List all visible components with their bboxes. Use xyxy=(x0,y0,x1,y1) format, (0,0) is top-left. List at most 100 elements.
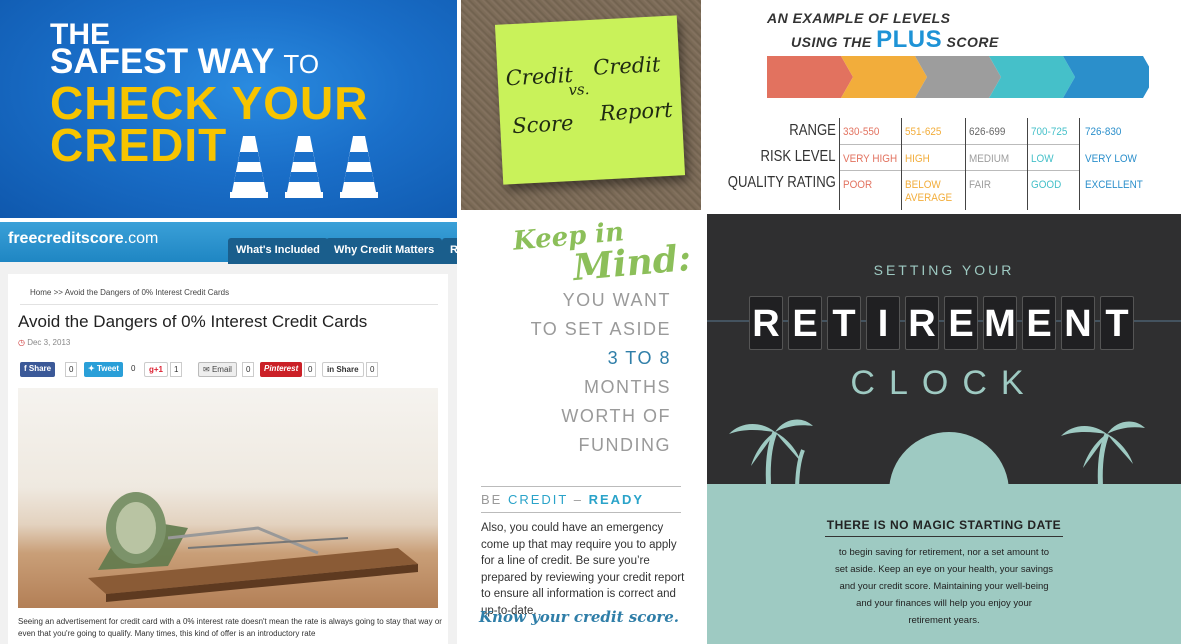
flap-letter: E xyxy=(1022,296,1056,350)
mousetrap-money-photo xyxy=(18,388,438,608)
google-plus-button[interactable]: g+1 xyxy=(144,362,169,377)
credit-ready-heading: BE CREDIT – READY xyxy=(481,492,645,507)
freecreditscore-webpage[interactable]: freecreditscore.com What's Included Why … xyxy=(0,222,457,644)
range-cell: 626-699 xyxy=(969,126,1006,138)
keep-line: FUNDING xyxy=(578,435,671,455)
note-word-vs: vs. xyxy=(567,80,590,100)
level-arrow-segment xyxy=(767,56,853,98)
keep-line-highlight: 3 TO 8 xyxy=(607,348,671,368)
traffic-cone-icon xyxy=(340,136,378,198)
quality-cell-line2: AVERAGE xyxy=(905,192,953,204)
linkedin-share-button[interactable]: in Share xyxy=(322,362,364,377)
level-arrow-segment xyxy=(841,56,927,98)
quality-cell: FAIR xyxy=(969,179,992,191)
plus-score-levels[interactable]: AN EXAMPLE OF LEVELS USING THE PLUS SCOR… xyxy=(705,0,1181,210)
note-word-report: Report xyxy=(599,97,674,126)
pinterest-button[interactable]: Pinterest xyxy=(260,362,303,377)
clock-heading: CLOCK xyxy=(850,364,1038,402)
facebook-share-button[interactable]: f Share xyxy=(20,362,56,377)
risk-cell: HIGH xyxy=(905,153,930,165)
linkedin-count: 0 xyxy=(366,362,379,377)
know-your-score-tagline: Know your credit score. xyxy=(479,608,680,626)
flap-letter: T xyxy=(1100,296,1134,350)
risk-cell: LOW xyxy=(1031,153,1054,165)
clock-icon: ◷ xyxy=(18,338,28,347)
tweet-button[interactable]: ✦ Tweet xyxy=(84,362,124,377)
twitter-bird-icon: ✦ xyxy=(88,364,97,373)
retirement-paragraph: to begin saving for retirement, nor a se… xyxy=(707,544,1181,629)
divider xyxy=(825,536,1063,537)
article-container: Home >> Avoid the Dangers of 0% Interest… xyxy=(8,274,448,644)
envelope-icon: ✉ xyxy=(203,365,212,374)
row-label-quality: QUALITY RATING xyxy=(727,174,836,191)
palm-tree-icon xyxy=(1061,421,1145,494)
palm-tree-icon xyxy=(729,419,813,492)
retirement-line: set aside. Keep an eye on your health, y… xyxy=(834,564,1054,575)
flap-letter: T xyxy=(827,296,861,350)
sticky-note-image[interactable]: Credit Credit vs. Score Report xyxy=(461,0,701,210)
keep-line: YOU WANT xyxy=(562,290,671,310)
email-count: 0 xyxy=(242,362,255,377)
flap-letter: E xyxy=(944,296,978,350)
divider xyxy=(1079,118,1080,210)
range-cell: 700-725 xyxy=(1031,126,1068,138)
keep-line: WORTH OF xyxy=(561,406,671,426)
flap-letter: N xyxy=(1061,296,1095,350)
mind-heading: Mind: xyxy=(571,236,693,290)
divider xyxy=(901,118,902,210)
retirement-clock-infographic[interactable]: SETTING YOUR R E T I R E M E N T CLOCK T… xyxy=(707,214,1181,644)
divider xyxy=(839,144,1079,145)
email-share-button[interactable]: ✉ Email xyxy=(198,362,237,377)
keep-line: MONTHS xyxy=(584,377,671,397)
nav-why-credit-matters[interactable]: Why Credit Matters xyxy=(326,238,443,264)
flap-letter: M xyxy=(983,296,1017,350)
quality-cell: POOR xyxy=(843,179,873,191)
site-logo[interactable]: freecreditscore.com xyxy=(8,230,158,248)
row-label-range: RANGE xyxy=(789,122,836,139)
article-body: Seeing an advertisement for credit card … xyxy=(18,617,442,638)
breadcrumb[interactable]: Home >> Avoid the Dangers of 0% Interest… xyxy=(30,288,229,297)
range-cell: 330-550 xyxy=(843,126,880,138)
flap-letter: R xyxy=(905,296,939,350)
divider xyxy=(481,512,681,513)
article-date: ◷ Dec 3, 2013 xyxy=(18,338,71,347)
note-word-score: Score xyxy=(511,110,575,139)
divider xyxy=(965,118,966,210)
quality-cell: GOOD xyxy=(1031,179,1062,191)
range-cell: 726-830 xyxy=(1085,126,1122,138)
quality-cell: BELOW xyxy=(905,179,941,191)
score-levels-arrow xyxy=(767,56,1149,98)
tweet-count: 0 xyxy=(131,364,136,373)
divider xyxy=(20,304,438,305)
retirement-line: and your credit score. Maintaining your … xyxy=(839,581,1049,592)
keep-paragraph: Also, you could have an emergency come u… xyxy=(481,522,685,617)
risk-cell: VERY HIGH xyxy=(843,153,898,165)
quality-cell: EXCELLENT xyxy=(1085,179,1143,191)
mousetrap-illustration xyxy=(88,492,418,602)
article-title: Avoid the Dangers of 0% Interest Credit … xyxy=(18,312,368,331)
google-plus-count: 1 xyxy=(170,362,183,377)
divider xyxy=(1027,118,1028,210)
levels-subheading: USING THE PLUS SCORE xyxy=(791,26,999,53)
row-label-risk: RISK LEVEL xyxy=(760,148,836,165)
setting-your-heading: SETTING YOUR xyxy=(873,262,1015,278)
nav-whats-included[interactable]: What's Included xyxy=(228,238,328,264)
traffic-cone-icon xyxy=(230,136,268,198)
nav-more[interactable]: R xyxy=(442,238,457,264)
note-word-credit: Credit xyxy=(592,52,661,80)
safest-way-banner[interactable]: THE SAFEST WAY TO CHECK YOUR CREDIT xyxy=(0,0,457,218)
retirement-line: to begin saving for retirement, nor a se… xyxy=(838,547,1050,558)
level-arrow-segment xyxy=(989,56,1075,98)
flap-letter: I xyxy=(866,296,900,350)
range-cell: 551-625 xyxy=(905,126,942,138)
divider xyxy=(839,118,840,210)
banner-line-credit: CREDIT xyxy=(50,119,228,171)
keep-line: TO SET ASIDE xyxy=(530,319,671,339)
facebook-share-count: 0 xyxy=(65,362,78,377)
sticky-note: Credit Credit vs. Score Report xyxy=(494,15,686,185)
risk-cell: MEDIUM xyxy=(969,153,1010,165)
flap-letter: E xyxy=(788,296,822,350)
magic-date-heading: THERE IS NO MAGIC STARTING DATE xyxy=(826,518,1062,532)
pinterest-count: 0 xyxy=(304,362,317,377)
keep-in-mind-infographic[interactable]: Keep in Mind: YOU WANT TO SET ASIDE 3 TO… xyxy=(461,214,701,644)
